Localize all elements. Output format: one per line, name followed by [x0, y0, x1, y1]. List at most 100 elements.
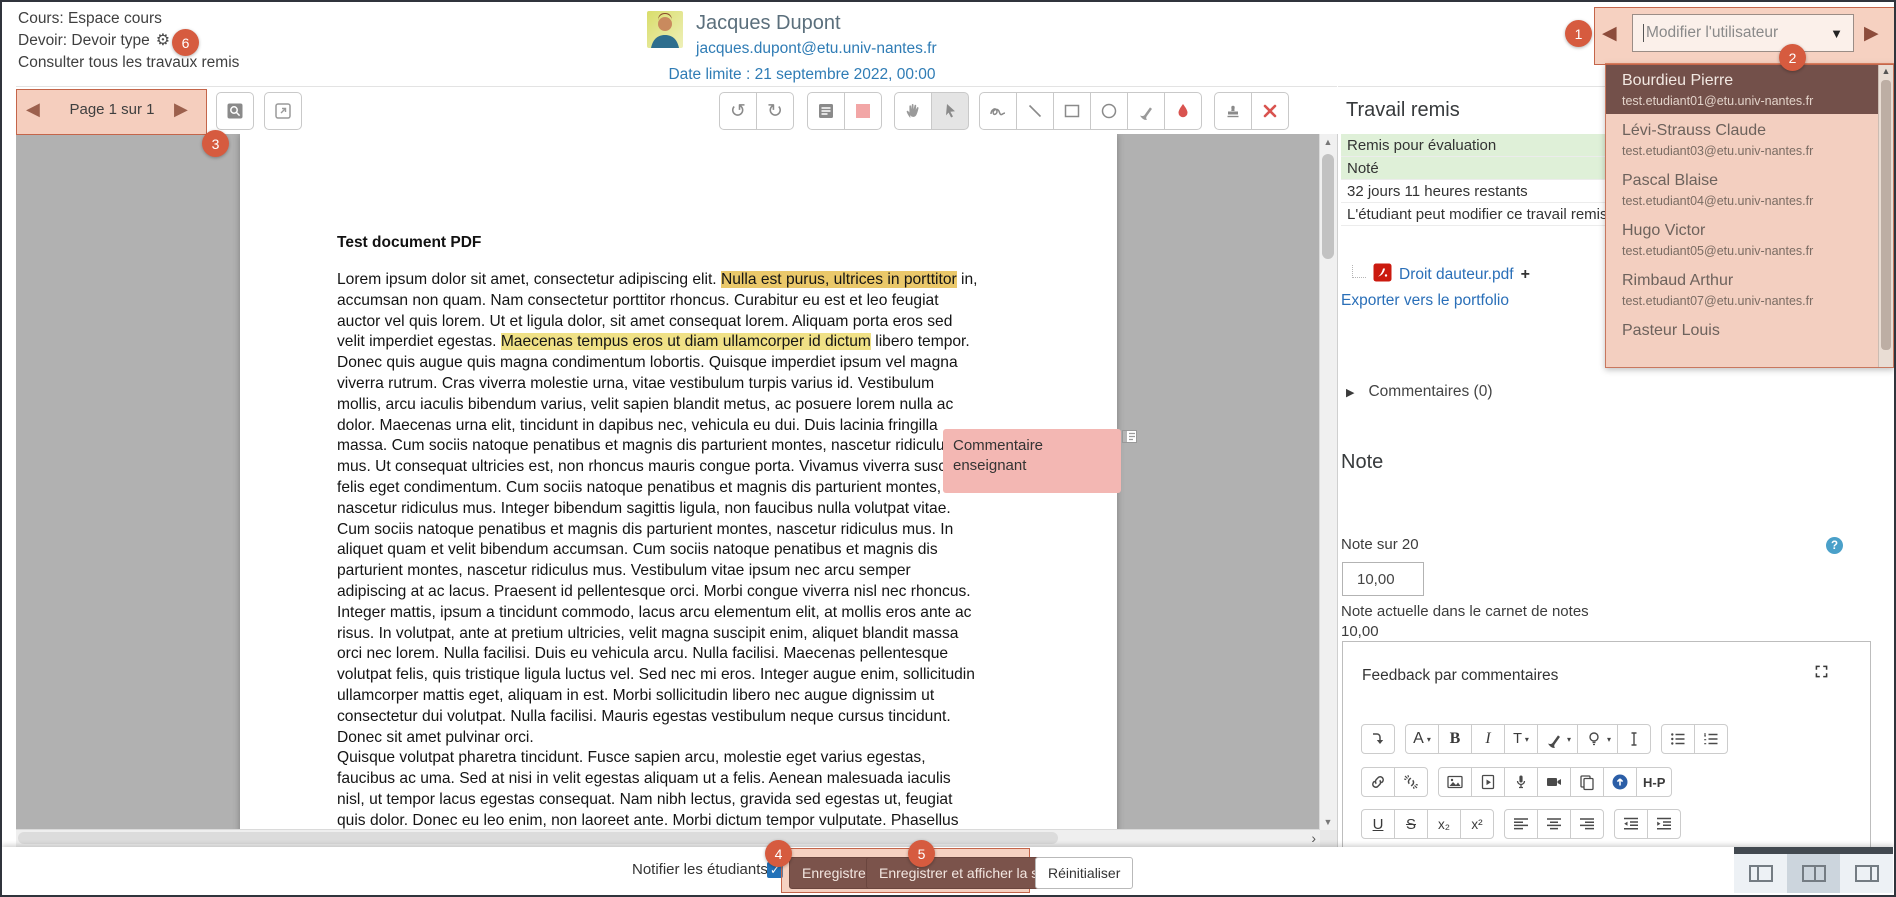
align-center-icon[interactable]: [1537, 809, 1571, 839]
view-all-submissions-link[interactable]: Consulter tous les travaux remis: [18, 52, 239, 74]
outdent-icon[interactable]: [1614, 809, 1648, 839]
underline-icon[interactable]: U: [1361, 809, 1395, 839]
record-audio-icon[interactable]: [1504, 767, 1538, 797]
grade-title: Note: [1341, 451, 1383, 474]
collapse-toolbar-icon[interactable]: [1361, 724, 1395, 754]
search-comments-button[interactable]: [216, 92, 254, 130]
user-option-name: Bourdieu Pierre: [1622, 72, 1865, 90]
highlight-tool-icon[interactable]: [1127, 92, 1165, 130]
next-page-icon[interactable]: ▶: [174, 99, 188, 120]
expand-view-button[interactable]: [264, 92, 302, 130]
user-option[interactable]: Pascal Blaisetest.etudiant04@etu.univ-na…: [1606, 164, 1893, 214]
insert-image-icon[interactable]: [1438, 767, 1472, 797]
bullet-list-icon[interactable]: [1661, 724, 1695, 754]
pen-tool-icon[interactable]: [979, 92, 1017, 130]
superscript-icon[interactable]: x²: [1460, 809, 1494, 839]
course-link[interactable]: Cours: Espace cours: [18, 8, 239, 30]
recordrtc-icon[interactable]: [1603, 767, 1637, 797]
dropdown-scrollbar[interactable]: ▲: [1878, 64, 1893, 367]
numbered-list-icon[interactable]: [1694, 724, 1728, 754]
italic-icon[interactable]: I: [1471, 724, 1505, 754]
add-to-portfolio-icon[interactable]: +: [1521, 266, 1530, 284]
font-color-icon[interactable]: ▾: [1537, 724, 1578, 754]
comment-color-icon[interactable]: [844, 92, 882, 130]
bold-icon[interactable]: B: [1438, 724, 1472, 754]
layout-split-even-button[interactable]: [1787, 854, 1840, 893]
rectangle-tool-icon[interactable]: [1053, 92, 1091, 130]
record-video-icon[interactable]: [1537, 767, 1571, 797]
teacher-comment-box[interactable]: Commentaire enseignant: [943, 429, 1121, 493]
drag-tool-icon[interactable]: [894, 92, 932, 130]
current-grade-label: Note actuelle dans le carnet de notes: [1341, 603, 1589, 620]
scroll-down-icon[interactable]: ▼: [1320, 817, 1336, 827]
strikethrough-icon[interactable]: S: [1394, 809, 1428, 839]
annotation-color-icon[interactable]: [1164, 92, 1202, 130]
assignment-link[interactable]: Devoir: Devoir type: [18, 30, 150, 52]
delete-annotation-icon[interactable]: [1251, 92, 1289, 130]
feedback-editor: Feedback par commentaires A▾BIT▾▾▾H-PUSx…: [1342, 641, 1871, 848]
line-tool-icon[interactable]: [1016, 92, 1054, 130]
stamp-tool-icon[interactable]: [1214, 92, 1252, 130]
select-tool-icon[interactable]: [931, 92, 969, 130]
vertical-scroll-thumb[interactable]: [1322, 154, 1334, 259]
student-email[interactable]: jacques.dupont@etu.univ-nantes.fr: [696, 40, 937, 58]
callout-1: 1: [1565, 20, 1592, 47]
align-right-icon[interactable]: [1570, 809, 1604, 839]
next-user-icon[interactable]: ▶: [1864, 22, 1879, 45]
grade-help-icon[interactable]: ?: [1826, 537, 1843, 554]
vertical-scrollbar[interactable]: ▲ ▼: [1319, 134, 1337, 830]
scroll-right-icon[interactable]: ›: [1311, 830, 1316, 846]
change-user-combobox[interactable]: Modifier l'utilisateur ▼: [1632, 14, 1854, 52]
comments-list-icon[interactable]: [807, 92, 845, 130]
fullscreen-icon[interactable]: [1813, 663, 1830, 685]
layout-collapse-right-button[interactable]: [1840, 854, 1893, 893]
indent-icon[interactable]: [1647, 809, 1681, 839]
oval-tool-icon[interactable]: [1090, 92, 1128, 130]
chevron-down-icon[interactable]: ▼: [1830, 26, 1843, 41]
previous-user-icon[interactable]: ◀: [1602, 22, 1617, 45]
h5p-icon[interactable]: H-P: [1636, 767, 1672, 797]
submission-title: Travail remis: [1346, 99, 1460, 122]
scroll-up-icon[interactable]: ▲: [1320, 137, 1336, 147]
unlink-icon[interactable]: [1394, 767, 1428, 797]
feedback-title: Feedback par commentaires: [1362, 667, 1558, 685]
paragraph-style-icon[interactable]: A▾: [1405, 724, 1439, 754]
align-left-icon[interactable]: [1504, 809, 1538, 839]
user-option[interactable]: Pasteur Louis: [1606, 314, 1893, 346]
reset-button[interactable]: Réinitialiser: [1035, 857, 1133, 889]
editor-button-group: [1361, 724, 1395, 754]
grade-input[interactable]: 10,00: [1342, 562, 1424, 596]
undo-icon[interactable]: ↺: [719, 92, 757, 130]
export-portfolio-link[interactable]: Exporter vers le portfolio: [1341, 292, 1509, 310]
user-option[interactable]: Bourdieu Pierre test.etudiant01@etu.univ-…: [1606, 64, 1893, 114]
dropdown-scroll-thumb[interactable]: [1881, 80, 1891, 350]
teacher-comment-text: Commentaire enseignant: [953, 437, 1043, 474]
redo-icon[interactable]: ↻: [756, 92, 794, 130]
comments-toggle[interactable]: ▶ Commentaires (0): [1346, 383, 1493, 401]
page-indicator: Page 1 sur 1: [54, 101, 170, 118]
user-option-email: test.etudiant05@etu.univ-nantes.fr: [1622, 244, 1865, 258]
manage-files-icon[interactable]: [1570, 767, 1604, 797]
editor-button-group: [1504, 809, 1604, 839]
user-option[interactable]: Rimbaud Arthurtest.etudiant07@etu.univ-n…: [1606, 264, 1893, 314]
notify-students-label[interactable]: Notifier les étudiants: [632, 861, 768, 878]
font-size-icon[interactable]: T▾: [1504, 724, 1538, 754]
highlight-color-icon[interactable]: ▾: [1577, 724, 1618, 754]
clear-format-icon[interactable]: [1617, 724, 1651, 754]
insert-media-icon[interactable]: [1471, 767, 1505, 797]
user-option[interactable]: Lévi-Strauss Claudetest.etudiant03@etu.u…: [1606, 114, 1893, 164]
gear-icon[interactable]: ⚙: [156, 30, 170, 52]
user-option-email: test.etudiant03@etu.univ-nantes.fr: [1622, 144, 1865, 158]
submission-file-link[interactable]: Droit dauteur.pdf: [1399, 266, 1514, 284]
link-icon[interactable]: [1361, 767, 1395, 797]
previous-page-icon[interactable]: ◀: [26, 99, 40, 120]
pdf-text: libero tempor. Donec quis augue quis mag…: [337, 333, 975, 745]
scroll-up-icon[interactable]: ▲: [1879, 66, 1893, 76]
user-option-email: test.etudiant01@etu.univ-nantes.fr: [1622, 94, 1865, 108]
horizontal-scrollbar[interactable]: ›: [16, 829, 1320, 847]
comment-menu-icon[interactable]: [1122, 429, 1137, 449]
subscript-icon[interactable]: x₂: [1427, 809, 1461, 839]
user-option[interactable]: Hugo Victortest.etudiant05@etu.univ-nant…: [1606, 214, 1893, 264]
layout-collapse-left-button[interactable]: [1734, 854, 1787, 893]
horizontal-scroll-thumb[interactable]: [18, 832, 1058, 844]
